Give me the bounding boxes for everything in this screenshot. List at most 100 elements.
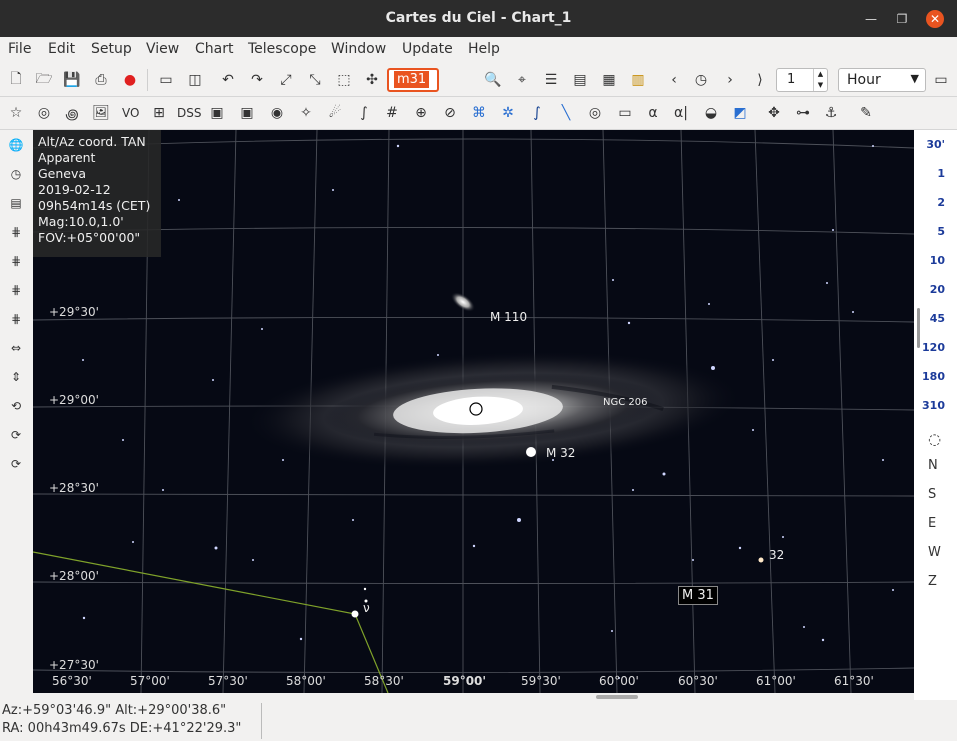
- menu-telescope[interactable]: Telescope: [248, 41, 316, 57]
- target-icon[interactable]: ◉: [266, 102, 288, 124]
- eq-grid-icon[interactable]: ⋕: [5, 221, 27, 243]
- star-icon[interactable]: ☆: [5, 102, 27, 124]
- menu-chart[interactable]: Chart: [195, 41, 233, 57]
- maximize-icon[interactable]: ❐: [893, 10, 911, 28]
- calendar-icon[interactable]: ▦: [598, 69, 620, 91]
- save-icon[interactable]: 💾: [61, 69, 83, 91]
- fov-button[interactable]: 5: [937, 225, 945, 238]
- label-m32[interactable]: M 32: [546, 446, 575, 460]
- az-grid-icon[interactable]: ⋕: [5, 250, 27, 272]
- sky-chart[interactable]: Alt/Az coord. TAN Apparent Geneva 2019-0…: [33, 130, 914, 693]
- menu-setup[interactable]: Setup: [91, 41, 132, 57]
- fov-button[interactable]: 120: [922, 341, 945, 354]
- zenith-button[interactable]: Z: [928, 574, 937, 589]
- zoom-in-icon[interactable]: ⤢: [275, 69, 297, 91]
- horizontal-scrollbar[interactable]: [596, 695, 638, 699]
- rotate-left-icon[interactable]: ⟲: [5, 395, 27, 417]
- flip-horizontal-icon[interactable]: ⇔: [5, 337, 27, 359]
- zoom-out-icon[interactable]: ⤡: [304, 69, 326, 91]
- menu-help[interactable]: Help: [468, 41, 500, 57]
- dss-button[interactable]: DSS: [177, 102, 201, 124]
- window-tile-icon[interactable]: ▭: [155, 69, 177, 91]
- menu-file[interactable]: File: [8, 41, 31, 57]
- fov-button[interactable]: 310: [922, 399, 945, 412]
- circle-icon[interactable]: ◎: [584, 102, 606, 124]
- comet-icon[interactable]: ☄: [324, 102, 346, 124]
- pan-icon[interactable]: ✥: [763, 102, 785, 124]
- window-split-icon[interactable]: ◫: [184, 69, 206, 91]
- fov-button[interactable]: 2: [937, 196, 945, 209]
- fov-button[interactable]: 180: [922, 370, 945, 383]
- step-forward-icon[interactable]: ›: [719, 69, 741, 91]
- ec-grid-icon[interactable]: ⋕: [5, 279, 27, 301]
- minimize-icon[interactable]: —: [862, 10, 880, 28]
- nebula-icon[interactable]: ◎: [33, 102, 55, 124]
- print-icon[interactable]: ⎙: [90, 69, 112, 91]
- night-mode-icon[interactable]: ◩: [729, 102, 751, 124]
- north-button[interactable]: N: [928, 458, 938, 473]
- image-icon[interactable]: 🖼: [90, 102, 112, 124]
- catalog-icon[interactable]: ⊞: [148, 102, 170, 124]
- fov-button[interactable]: 20: [930, 283, 945, 296]
- step-back-icon[interactable]: ‹: [663, 69, 685, 91]
- horizon-icon[interactable]: ◒: [700, 102, 722, 124]
- menu-update[interactable]: Update: [402, 41, 453, 57]
- alpha-button[interactable]: α: [642, 102, 664, 124]
- label-star-32[interactable]: 32: [769, 548, 784, 562]
- zoom-window-icon[interactable]: ⬚: [333, 69, 355, 91]
- gal-grid-icon[interactable]: ⋕: [5, 308, 27, 330]
- fov-button[interactable]: 1: [937, 167, 945, 180]
- search-input[interactable]: m31: [387, 68, 439, 92]
- menu-view[interactable]: View: [146, 41, 179, 57]
- location-pin-icon[interactable]: ⌖: [511, 69, 533, 91]
- label-m110[interactable]: M 110: [490, 310, 527, 324]
- close-icon[interactable]: ✕: [926, 10, 944, 28]
- pin-icon[interactable]: ●: [119, 69, 141, 91]
- globe-icon[interactable]: 🌐: [5, 134, 27, 156]
- image-archive-icon[interactable]: ▣: [236, 102, 258, 124]
- vertical-scrollbar[interactable]: [917, 308, 920, 348]
- east-button[interactable]: E: [928, 516, 936, 531]
- label-star-nu[interactable]: ν: [363, 601, 370, 615]
- scale-icon[interactable]: ▭: [614, 102, 636, 124]
- milky-way-icon[interactable]: ∫: [526, 102, 548, 124]
- object-list-icon[interactable]: ☰: [540, 69, 562, 91]
- move-icon[interactable]: ✣: [361, 69, 383, 91]
- constellation-lines-icon[interactable]: ⌘: [468, 102, 490, 124]
- rotate-right-icon[interactable]: ⟳: [5, 424, 27, 446]
- spinner-arrows-icon[interactable]: ▲ ▼: [813, 69, 827, 91]
- selected-object-label[interactable]: M 31: [678, 586, 718, 605]
- menu-window[interactable]: Window: [331, 41, 386, 57]
- clock-icon[interactable]: ◷: [5, 163, 27, 185]
- rotate-reset-icon[interactable]: ⟳: [5, 453, 27, 475]
- fov-button[interactable]: 10: [930, 254, 945, 267]
- grid-icon[interactable]: #: [381, 102, 403, 124]
- time-step-spinner[interactable]: 1 ▲ ▼: [776, 68, 828, 92]
- time-unit-select[interactable]: Hour ▼: [838, 68, 926, 92]
- open-folder-icon[interactable]: 🗁: [33, 69, 55, 91]
- undo-icon[interactable]: ↶: [217, 69, 239, 91]
- fov-button[interactable]: 45: [930, 312, 945, 325]
- search-icon[interactable]: 🔍: [482, 69, 504, 91]
- label-ngc206[interactable]: NGC 206: [603, 397, 647, 408]
- constellation-stars-icon[interactable]: ✧: [295, 102, 317, 124]
- next-icon[interactable]: ⟩: [749, 69, 771, 91]
- alpha-label-button[interactable]: α|: [670, 102, 692, 124]
- ruler-icon[interactable]: ▥: [627, 69, 649, 91]
- sky-dome-icon[interactable]: ◌: [928, 430, 941, 448]
- vo-button[interactable]: VO: [122, 102, 139, 124]
- flip-vertical-icon[interactable]: ⇕: [5, 366, 27, 388]
- galaxy-icon[interactable]: ꩜: [61, 102, 83, 124]
- compass-icon[interactable]: ⊘: [439, 102, 461, 124]
- info-panel-icon[interactable]: ▤: [5, 192, 27, 214]
- new-chart-icon[interactable]: 🗋: [5, 69, 27, 91]
- ecliptic-line-icon[interactable]: ╲: [555, 102, 577, 124]
- constellation-boundary-icon[interactable]: ✲: [497, 102, 519, 124]
- globe-grid-icon[interactable]: ⊕: [410, 102, 432, 124]
- menu-edit[interactable]: Edit: [48, 41, 75, 57]
- link-icon[interactable]: ⊶: [792, 102, 814, 124]
- anchor-icon[interactable]: ⚓: [820, 102, 842, 124]
- redo-icon[interactable]: ↷: [246, 69, 268, 91]
- table-list-icon[interactable]: ▤: [569, 69, 591, 91]
- picture-icon[interactable]: ▣: [206, 102, 228, 124]
